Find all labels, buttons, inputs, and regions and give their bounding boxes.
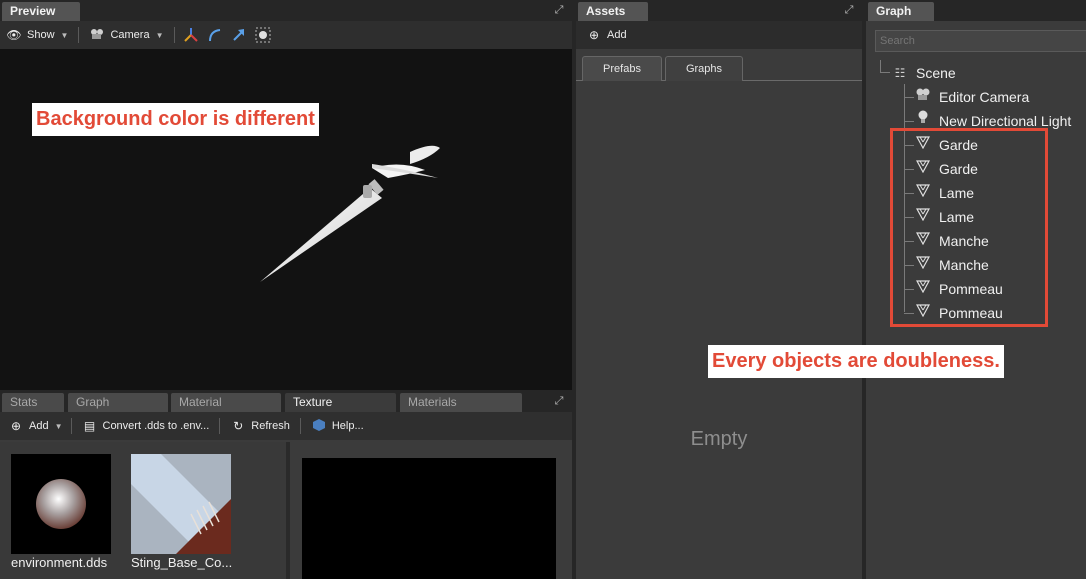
texture-toolbar: ⊕ Add ▼ ▤ Convert .dds to .env... ↻ Refr… — [0, 412, 572, 440]
tab-preview[interactable]: Preview — [2, 2, 80, 21]
tree-line — [880, 60, 881, 72]
tab-material-editor[interactable]: Material Editor✕ — [171, 393, 281, 428]
assets-add-button[interactable]: ⊕ Add — [576, 21, 637, 49]
texture-preview-canvas — [302, 458, 556, 579]
maximize-icon[interactable]: ⤢ — [553, 4, 565, 16]
preview-panel: Preview ⤢ 👁 Show ▼ Camera ▼ Background c… — [0, 0, 572, 390]
rotate-icon — [208, 29, 220, 42]
separator — [78, 27, 80, 43]
camera-label: Camera — [110, 29, 150, 41]
tab-graph-editor[interactable]: Graph Editor✕ — [68, 393, 168, 428]
tab-assets[interactable]: Assets — [578, 2, 648, 21]
convert-dds-button[interactable]: ▤ Convert .dds to .env... — [76, 412, 216, 440]
preview-toolbar: 👁 Show ▼ Camera ▼ — [0, 21, 572, 49]
file-icon: ▤ — [83, 419, 96, 433]
tab-graphs[interactable]: Graphs — [665, 56, 743, 81]
assets-tabstrip: Assets ⤢ — [576, 0, 862, 21]
texture-add-label: Add — [29, 420, 49, 432]
tree-root-label: Scene — [916, 65, 956, 81]
tab-label: Stats — [10, 395, 38, 409]
preview-annotation: Background color is different — [32, 103, 319, 136]
separator — [299, 418, 301, 434]
axis-gizmo-icon — [183, 28, 198, 42]
refresh-label: Refresh — [251, 420, 290, 432]
camera-icon — [913, 85, 933, 109]
hierarchy-icon: ☷ — [894, 66, 906, 80]
separator — [173, 27, 175, 43]
help-label: Help... — [331, 420, 364, 432]
focus-icon — [255, 27, 270, 43]
assets-add-label: Add — [607, 29, 627, 41]
tab-texture-viewer[interactable]: Texture Viewer✕ — [285, 393, 396, 428]
separator — [70, 418, 72, 434]
texture-add-dropdown[interactable]: ⊕ Add ▼ — [0, 412, 67, 440]
plus-circle-icon: ⊕ — [10, 419, 22, 433]
tree-root-scene[interactable]: ☷ Scene — [890, 61, 956, 85]
assets-empty-label: Empty — [690, 428, 748, 450]
tab-prefabs[interactable]: Prefabs — [582, 56, 662, 81]
assets-panel: Assets ⤢ ⊕ Add Prefabs Graphs Empty — [576, 0, 862, 579]
tab-stats[interactable]: Stats — [2, 393, 64, 412]
texture-thumb-sting[interactable] — [131, 454, 231, 554]
preview-tabstrip: Preview ⤢ — [0, 0, 572, 21]
tab-materials-viewer[interactable]: Materials Viewer✕ — [400, 393, 522, 428]
duplicate-highlight-box — [890, 128, 1048, 327]
graph-search-input[interactable] — [875, 30, 1086, 52]
move-tool-button[interactable] — [227, 21, 251, 49]
assets-toolbar: ⊕ Add — [576, 21, 862, 49]
texture-list: environment.dds Sting_Base_Co... — [0, 442, 286, 579]
texture-thumb-environment[interactable] — [11, 454, 111, 554]
assets-subtab-row: Prefabs Graphs — [576, 49, 862, 81]
texture-preview-area — [290, 442, 572, 579]
show-label: Show — [27, 29, 55, 41]
sting-texture-preview — [131, 454, 231, 554]
texture-panel: Stats Graph Editor✕Material Editor✕Textur… — [0, 390, 572, 579]
arrow-icon — [232, 29, 244, 41]
graph-tabstrip: Graph — [866, 0, 1086, 21]
show-dropdown[interactable]: 👁 Show ▼ — [0, 21, 74, 49]
eye-icon: 👁 — [6, 28, 22, 42]
separator — [219, 418, 221, 434]
camera-icon — [89, 28, 105, 43]
refresh-icon: ↻ — [233, 419, 244, 433]
bottom-tabstrip: Stats Graph Editor✕Material Editor✕Textur… — [0, 390, 572, 428]
camera-dropdown[interactable]: Camera ▼ — [83, 21, 169, 49]
texture-label-environment: environment.dds — [11, 555, 108, 570]
refresh-button[interactable]: ↻ Refresh — [224, 412, 296, 440]
convert-label: Convert .dds to .env... — [102, 420, 210, 432]
texture-label-sting: Sting_Base_Co... — [131, 555, 233, 570]
rotate-tool-button[interactable] — [203, 21, 227, 49]
chevron-down-icon: ▼ — [54, 421, 63, 431]
plus-circle-icon: ⊕ — [588, 28, 600, 42]
chevron-down-icon: ▼ — [60, 30, 69, 40]
graph-panel: Graph ☷ Scene Editor CameraNew Direction… — [708, 0, 1086, 579]
tree-item-label: Editor Camera — [939, 89, 1030, 105]
tree-item[interactable]: Editor Camera — [913, 85, 1029, 109]
chevron-down-icon: ▼ — [155, 30, 164, 40]
environment-sphere-preview — [36, 479, 86, 529]
graph-annotation: Every objects are doubleness. — [708, 345, 1004, 378]
focus-tool-button[interactable] — [251, 21, 275, 49]
maximize-icon[interactable]: ⤢ — [843, 4, 855, 16]
tab-graph[interactable]: Graph — [868, 2, 934, 21]
tree-line — [880, 72, 890, 73]
maximize-icon[interactable]: ⤢ — [553, 395, 565, 407]
sword-model — [260, 145, 440, 282]
help-icon — [311, 418, 327, 435]
help-button[interactable]: Help... — [305, 412, 370, 440]
axis-gizmo-button[interactable] — [179, 21, 203, 49]
